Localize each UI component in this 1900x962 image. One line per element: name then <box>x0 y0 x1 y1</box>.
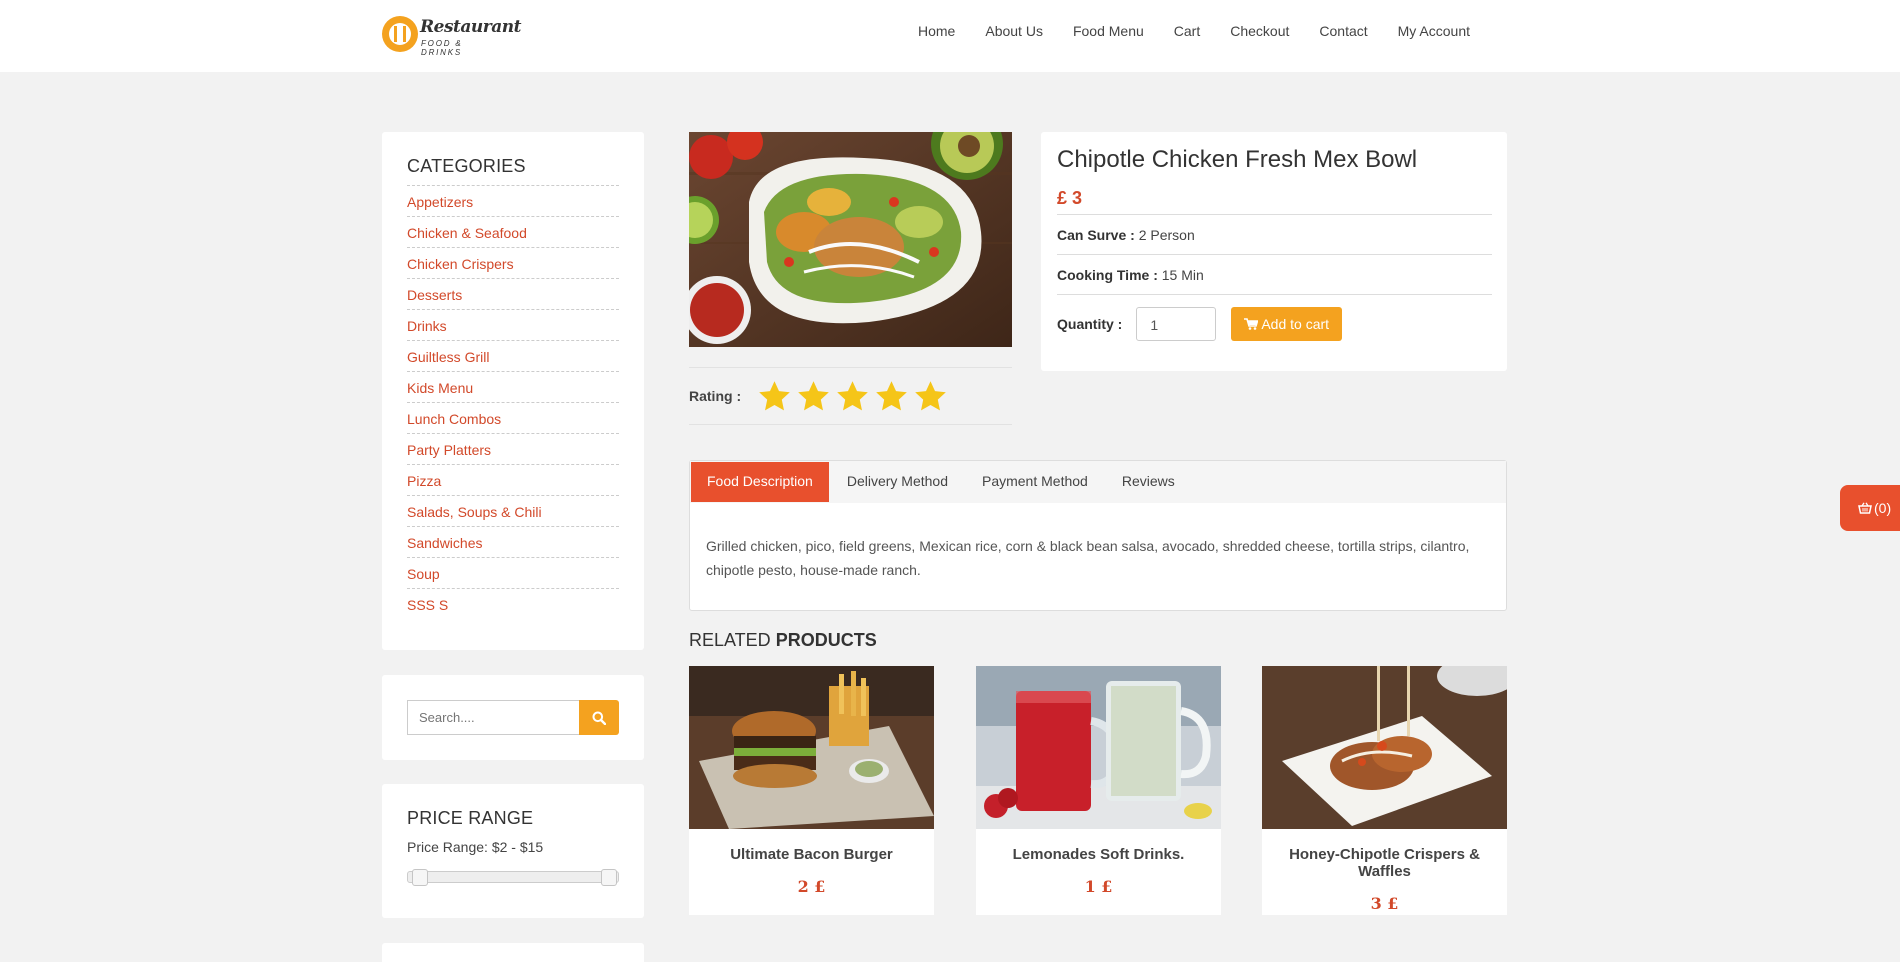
related-product-price: 2 £ <box>797 877 826 896</box>
search-panel <box>382 675 644 760</box>
add-to-cart-label: Add to cart <box>1261 315 1330 332</box>
rating-label: Rating : <box>689 388 742 404</box>
product-image <box>689 132 1012 347</box>
star-icon[interactable] <box>796 379 831 414</box>
related-product-card[interactable]: Ultimate Bacon Burger 2 £ <box>689 666 934 915</box>
quantity-row: Quantity : 1 Add to cart <box>1057 294 1492 352</box>
product-price: £ 3 <box>1057 188 1083 208</box>
price-range-title: PRICE RANGE <box>407 808 534 828</box>
related-product-card[interactable]: Honey-Chipotle Crispers & Waffles 3 £ <box>1262 666 1507 915</box>
category-link[interactable]: Party Platters <box>407 434 619 465</box>
price-range-panel: PRICE RANGE Price Range: $2 - $15 <box>382 784 644 918</box>
related-product-card[interactable]: Lemonades Soft Drinks. 1 £ <box>976 666 1221 915</box>
main-nav: Home About Us Food Menu Cart Checkout Co… <box>918 23 1500 39</box>
product-tabs: Food Description Delivery Method Payment… <box>689 460 1507 611</box>
nav-cart[interactable]: Cart <box>1174 23 1200 39</box>
add-to-cart-button[interactable]: Add to cart <box>1231 306 1343 341</box>
serves-value: 2 Person <box>1138 227 1195 243</box>
tab-bar: Food Description Delivery Method Payment… <box>690 461 1506 503</box>
related-title-light: RELATED <box>689 630 771 650</box>
rating-row: Rating : <box>689 367 1012 425</box>
nav-checkout[interactable]: Checkout <box>1230 23 1289 39</box>
logo-mark-icon <box>382 16 418 52</box>
floating-cart-button[interactable]: (0) <box>1840 485 1900 531</box>
star-icon[interactable] <box>913 379 948 414</box>
cooking-time-value: 15 Min <box>1161 267 1204 283</box>
category-link[interactable]: Appetizers <box>407 186 619 217</box>
price-range-label: Price Range: $2 - $15 <box>407 839 544 855</box>
quantity-input[interactable]: 1 <box>1136 306 1217 341</box>
star-icon[interactable] <box>757 379 792 414</box>
category-link[interactable]: Chicken Crispers <box>407 248 619 279</box>
tab-content: Grilled chicken, pico, field greens, Mex… <box>706 538 1470 578</box>
product-title: Chipotle Chicken Fresh Mex Bowl <box>1057 146 1418 173</box>
sidebar-panel-partial <box>382 943 644 962</box>
rating-stars[interactable] <box>757 379 948 414</box>
related-product-name[interactable]: Lemonades Soft Drinks. <box>976 846 1221 863</box>
category-link[interactable]: Kids Menu <box>407 372 619 403</box>
logo-title: Restaurant <box>420 17 521 37</box>
cart-count: (0) <box>1874 500 1892 516</box>
price-range-slider[interactable] <box>407 869 619 886</box>
serves-label: Can Surve : <box>1057 227 1135 243</box>
related-product-image[interactable] <box>689 666 934 829</box>
cooking-time-label: Cooking Time : <box>1057 267 1158 283</box>
search-form <box>407 700 619 735</box>
nav-food-menu[interactable]: Food Menu <box>1073 23 1144 39</box>
categories-panel: CATEGORIES Appetizers Chicken & Seafood … <box>382 132 644 650</box>
site-header: Restaurant FOOD & DRINKS Home About Us F… <box>0 0 1900 72</box>
tab-payment-method[interactable]: Payment Method <box>966 462 1104 502</box>
product-info-panel: Chipotle Chicken Fresh Mex Bowl £ 3 Can … <box>1041 132 1507 371</box>
category-link[interactable]: SSS S <box>407 589 619 620</box>
nav-home[interactable]: Home <box>918 23 955 39</box>
slider-max-handle[interactable] <box>601 869 617 886</box>
related-product-image[interactable] <box>1262 666 1507 829</box>
search-icon <box>592 711 606 725</box>
category-link[interactable]: Sandwiches <box>407 527 619 558</box>
star-icon[interactable] <box>874 379 909 414</box>
categories-title: CATEGORIES <box>407 156 526 176</box>
cooking-time-row: Cooking Time : 15 Min <box>1057 254 1492 294</box>
quantity-label: Quantity : <box>1057 315 1123 332</box>
star-icon[interactable] <box>835 379 870 414</box>
category-link[interactable]: Pizza <box>407 465 619 496</box>
category-link[interactable]: Guiltless Grill <box>407 341 619 372</box>
site-logo[interactable]: Restaurant FOOD & DRINKS <box>382 14 521 57</box>
nav-about-us[interactable]: About Us <box>985 23 1043 39</box>
category-link[interactable]: Soup <box>407 558 619 589</box>
related-products-title: RELATED PRODUCTS <box>689 630 877 651</box>
related-title-bold: PRODUCTS <box>775 630 877 650</box>
search-input[interactable] <box>407 700 579 735</box>
category-link[interactable]: Salads, Soups & Chili <box>407 496 619 527</box>
related-product-name[interactable]: Honey-Chipotle Crispers & Waffles <box>1262 846 1507 880</box>
nav-contact[interactable]: Contact <box>1319 23 1367 39</box>
tab-reviews[interactable]: Reviews <box>1106 462 1191 502</box>
category-link[interactable]: Desserts <box>407 279 619 310</box>
basket-icon <box>1858 502 1872 514</box>
category-link[interactable]: Drinks <box>407 310 619 341</box>
tab-delivery-method[interactable]: Delivery Method <box>831 462 964 502</box>
related-product-image[interactable] <box>976 666 1221 829</box>
serves-row: Can Surve : 2 Person <box>1057 214 1492 254</box>
tab-food-description[interactable]: Food Description <box>691 462 829 502</box>
related-product-price: 3 £ <box>1370 894 1399 913</box>
categories-list: Appetizers Chicken & Seafood Chicken Cri… <box>407 185 619 620</box>
logo-subtitle: FOOD & DRINKS <box>421 39 463 57</box>
cart-icon <box>1244 317 1259 330</box>
category-link[interactable]: Lunch Combos <box>407 403 619 434</box>
slider-min-handle[interactable] <box>412 869 428 886</box>
search-button[interactable] <box>579 700 619 735</box>
nav-my-account[interactable]: My Account <box>1398 23 1470 39</box>
category-link[interactable]: Chicken & Seafood <box>407 217 619 248</box>
related-product-name[interactable]: Ultimate Bacon Burger <box>689 846 934 863</box>
related-product-price: 1 £ <box>1084 877 1113 896</box>
